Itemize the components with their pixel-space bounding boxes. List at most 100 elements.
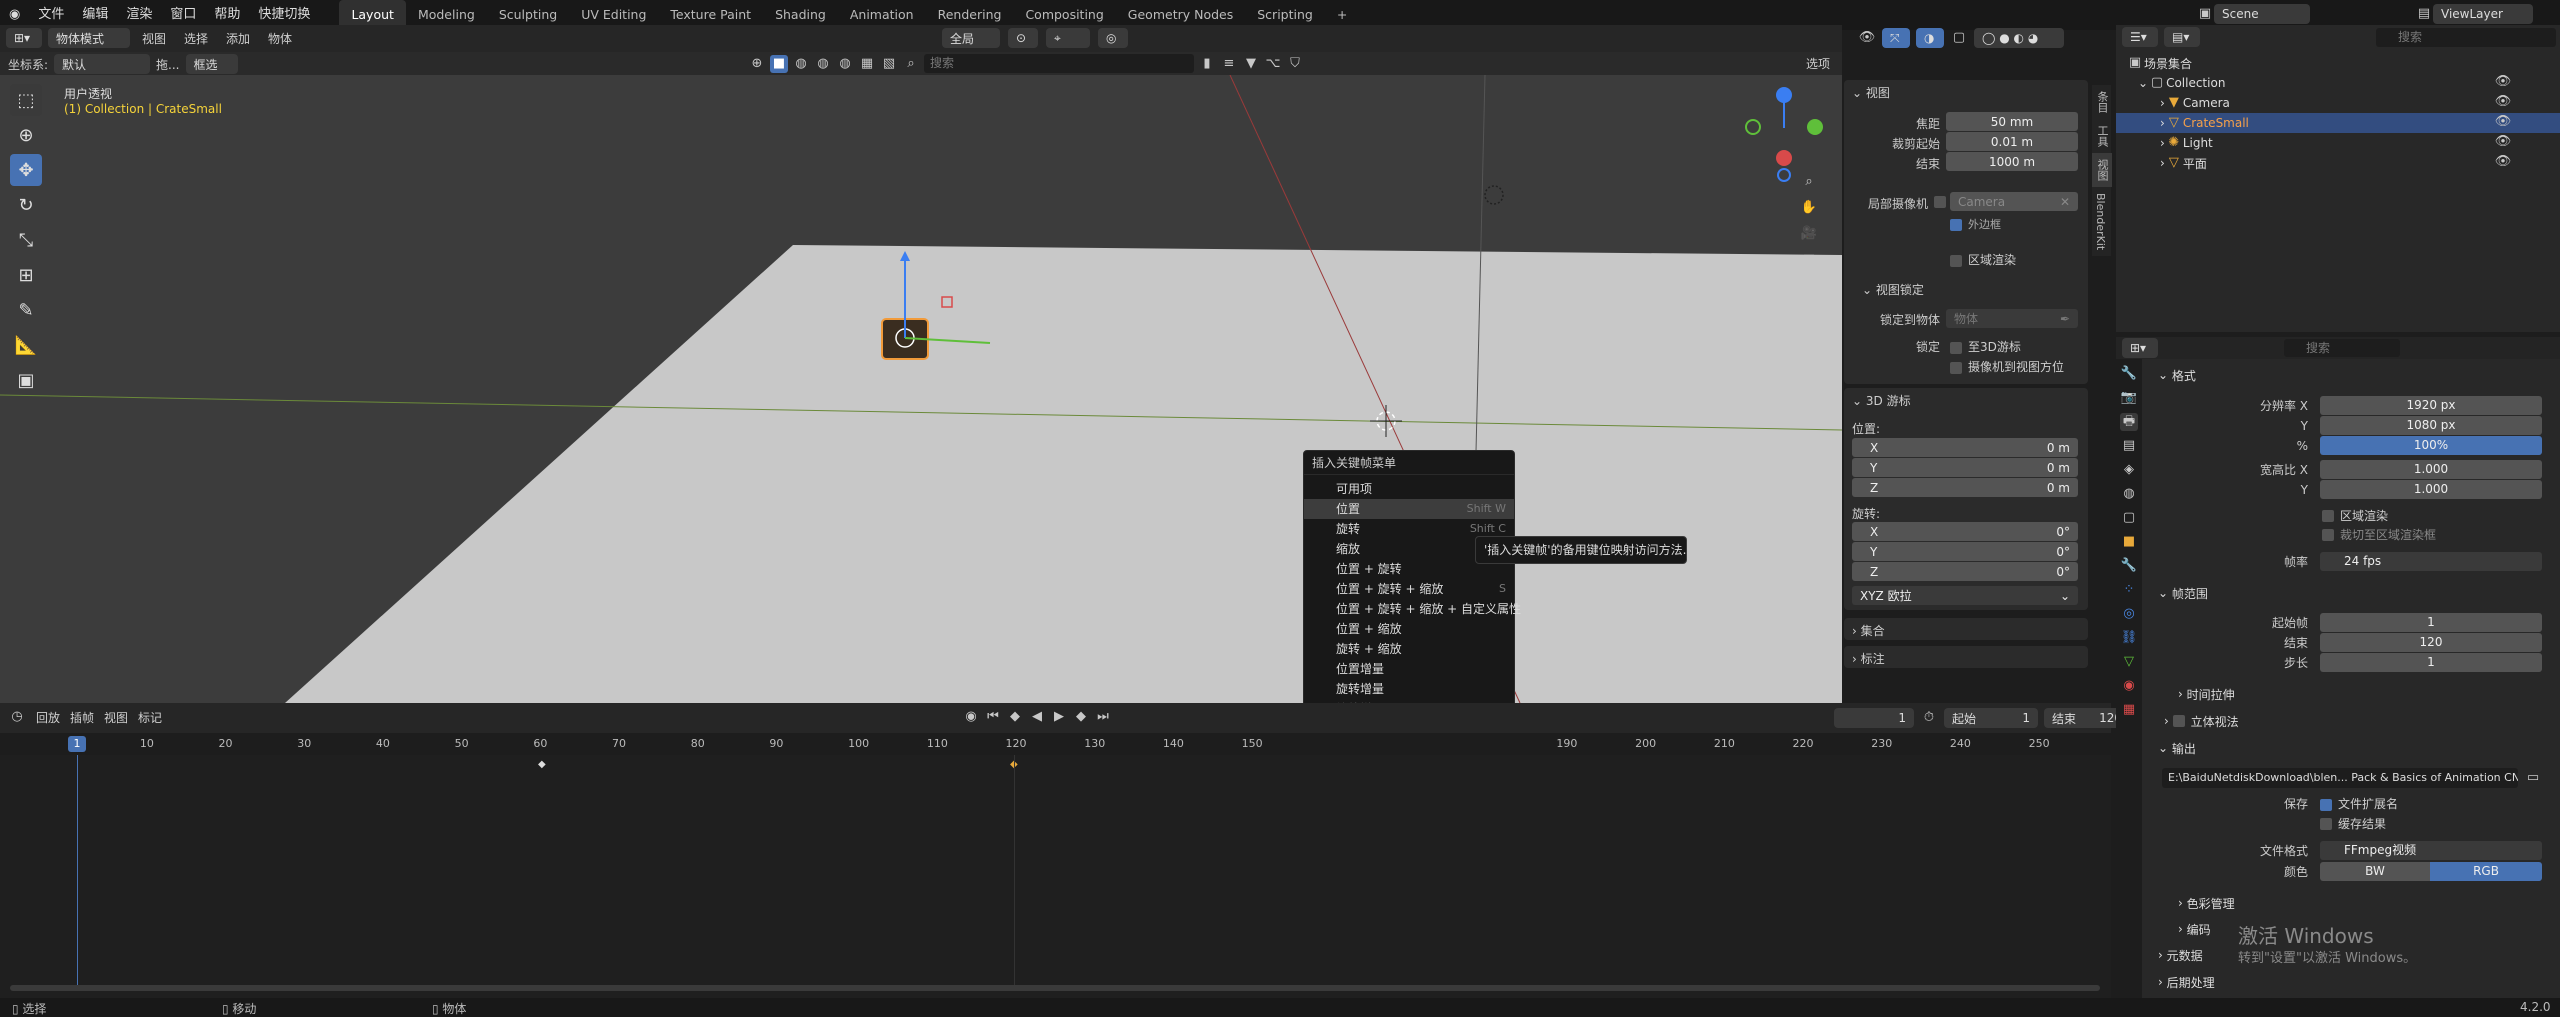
mode-select[interactable]: 物体模式 bbox=[48, 28, 130, 48]
region-render-toggle[interactable]: 区域渲染 bbox=[1950, 251, 2016, 268]
folder-icon[interactable]: ▭ bbox=[2524, 769, 2542, 787]
tl-menu-keying[interactable]: 插帧 bbox=[70, 709, 94, 726]
local-camera-checkbox[interactable] bbox=[1934, 196, 1946, 208]
shading-modes[interactable]: ◯ ● ◐ ◕ bbox=[1974, 28, 2064, 48]
eyedropper-icon[interactable]: ✒ bbox=[2060, 312, 2070, 326]
image-icon[interactable]: ▧ bbox=[880, 55, 898, 73]
vp-menu-object[interactable]: 物体 bbox=[262, 30, 298, 47]
post-processing-title[interactable]: › 后期处理 bbox=[2158, 971, 2215, 993]
annotate-tool-icon[interactable]: ✎ bbox=[10, 294, 42, 326]
view-panel-title[interactable]: ⌄ 视图 bbox=[1852, 84, 1890, 101]
transform-orientation[interactable]: 全局 bbox=[942, 28, 1000, 48]
current-frame-field[interactable]: 1 bbox=[1834, 708, 1914, 728]
color-mgmt-title[interactable]: › 色彩管理 bbox=[2178, 892, 2235, 914]
cursor-rot-x[interactable]: X 0° bbox=[1852, 522, 2078, 541]
frame-start-field[interactable]: 1 bbox=[2320, 613, 2542, 632]
stopwatch-icon[interactable]: ⏱ bbox=[1920, 709, 1938, 727]
overlay-icon[interactable]: ◑ bbox=[1916, 28, 1944, 48]
collection-panel[interactable]: › 集合 bbox=[1844, 618, 2088, 640]
tl-menu-playback[interactable]: 回放 bbox=[36, 709, 60, 726]
color-bw-button[interactable]: BW bbox=[2320, 862, 2430, 881]
gizmo-icon[interactable]: ⤧ bbox=[1882, 28, 1910, 48]
select-mode[interactable]: 框选 bbox=[185, 54, 238, 74]
record-icon[interactable]: ◉ bbox=[962, 708, 980, 726]
encoding-title[interactable]: › 编码 bbox=[2178, 918, 2211, 940]
lock-3d-cursor-toggle[interactable]: 至3D游标 bbox=[1950, 338, 2021, 355]
color-rgb-button[interactable]: RGB bbox=[2430, 862, 2542, 881]
menu-item[interactable]: 位置 Shift W bbox=[1304, 499, 1514, 519]
measure-tool-icon[interactable]: 📐 bbox=[10, 329, 42, 361]
3d-cursor-title[interactable]: ⌄ 3D 游标 bbox=[1852, 392, 1911, 409]
select-box-tool-icon[interactable]: ⬚ bbox=[10, 84, 42, 116]
eye-icon[interactable]: 👁 bbox=[2494, 133, 2512, 153]
sphere-icon[interactable]: ◍ bbox=[792, 55, 810, 73]
frame-range-title[interactable]: ⌄ 帧范围 bbox=[2158, 582, 2208, 604]
start-frame-field[interactable]: 起始 1 bbox=[1944, 708, 2038, 728]
scene-selector[interactable]: ▣ Scene bbox=[2196, 4, 2310, 24]
shield-icon[interactable]: ⛉ bbox=[1286, 55, 1304, 73]
annotation-panel[interactable]: › 标注 bbox=[1844, 646, 2088, 668]
jump-start-icon[interactable]: ⏮ bbox=[984, 708, 1002, 726]
outliner-editor-icon[interactable]: ☰▾ bbox=[2122, 27, 2158, 47]
eye-icon[interactable]: 👁 bbox=[2494, 153, 2512, 173]
rotation-mode-select[interactable]: XYZ 欧拉 ⌄ bbox=[1852, 586, 2078, 605]
move-tool-icon[interactable]: ✥ bbox=[10, 154, 42, 186]
cursor-loc-x[interactable]: X0 m bbox=[1852, 438, 2078, 457]
tab-item[interactable]: 条目 bbox=[2092, 85, 2112, 119]
texture-tab-icon[interactable]: ▦ bbox=[2120, 701, 2138, 719]
tl-menu-view[interactable]: 视图 bbox=[104, 709, 128, 726]
grid-icon[interactable]: ▦ bbox=[858, 55, 876, 73]
vp-menu-select[interactable]: 选择 bbox=[178, 30, 214, 47]
tab-tool[interactable]: 工具 bbox=[2092, 119, 2112, 153]
tab-blenderkit[interactable]: BlenderKit bbox=[2092, 187, 2109, 256]
menu-item[interactable]: 位置 + 缩放 bbox=[1304, 619, 1514, 639]
xray-icon[interactable]: ▢ bbox=[1950, 29, 1968, 47]
output-path-field[interactable]: E:\BaiduNetdiskDownload\blen... Pack & B… bbox=[2162, 768, 2518, 788]
play-icon[interactable]: ▶ bbox=[1050, 708, 1068, 726]
snap-icon[interactable]: ⌖ bbox=[1046, 28, 1090, 48]
ortho-grid-icon[interactable]: ▦ bbox=[1800, 251, 1818, 269]
stereoscopy-title[interactable]: › 立体视法 bbox=[2164, 710, 2239, 732]
nav-z-icon[interactable] bbox=[1776, 87, 1792, 103]
lock-camera-to-view-toggle[interactable]: 摄像机到视图方位 bbox=[1950, 358, 2064, 375]
nav-x-icon[interactable] bbox=[1776, 150, 1792, 166]
res-y-field[interactable]: 1080 px bbox=[2320, 416, 2542, 435]
outer-frame-toggle[interactable]: 外边框 bbox=[1950, 216, 2001, 232]
focal-field[interactable]: 50 mm bbox=[1946, 112, 2078, 131]
clip-start-field[interactable]: 0.01 m bbox=[1946, 132, 2078, 151]
pivot-icon[interactable]: ⊙ bbox=[1008, 28, 1038, 48]
eye-icon[interactable]: 👁 bbox=[2494, 73, 2512, 93]
pan-hand-icon[interactable]: ✋ bbox=[1800, 199, 1818, 217]
timeline-editor[interactable]: ◷ 回放 插帧 视图 标记 ◉ ⏮ ◆ ◀ ▶ ◆ ⏭ 1 ⏱ 起始 1 结束 12… bbox=[0, 703, 2130, 998]
fps-select[interactable]: 24 fps bbox=[2320, 552, 2542, 571]
tool-tab-icon[interactable]: 🔧 bbox=[2120, 365, 2138, 383]
object-tab-icon[interactable]: ■ bbox=[2120, 533, 2138, 551]
next-keyframe-icon[interactable]: ◆ bbox=[1072, 708, 1090, 726]
options-button[interactable]: 选项 bbox=[1806, 55, 1830, 72]
format-section-title[interactable]: ⌄ 格式 bbox=[2158, 364, 2196, 386]
editor-type-icon[interactable]: ⊞▾ bbox=[6, 28, 42, 48]
props-search[interactable]: 搜索 bbox=[2284, 339, 2400, 357]
filter-icon[interactable]: ⊕ bbox=[748, 55, 766, 73]
funnel-icon[interactable]: ▼ bbox=[1242, 55, 1260, 73]
bookmark-icon[interactable]: ▮ bbox=[1198, 55, 1216, 73]
zoom-icon[interactable]: ⌕ bbox=[1800, 173, 1818, 191]
lock-object-field[interactable]: 物体 ✒ bbox=[1946, 309, 2078, 328]
nav-y-icon[interactable] bbox=[1807, 119, 1823, 135]
timeline-scrollbar[interactable] bbox=[10, 985, 2100, 991]
sphere-icon-2[interactable]: ◍ bbox=[814, 55, 832, 73]
time-stretch-title[interactable]: › 时间拉伸 bbox=[2178, 683, 2235, 705]
cursor-loc-z[interactable]: Z0 m bbox=[1852, 478, 2078, 497]
res-x-field[interactable]: 1920 px bbox=[2320, 396, 2542, 415]
play-reverse-icon[interactable]: ◀ bbox=[1028, 708, 1046, 726]
sphere-icon-3[interactable]: ◍ bbox=[836, 55, 854, 73]
proportional-icon[interactable]: ◎ bbox=[1098, 28, 1128, 48]
coord-select[interactable]: 默认 bbox=[54, 54, 151, 74]
particles-tab-icon[interactable]: ⁘ bbox=[2120, 581, 2138, 599]
menu-item[interactable]: 旋转 + 缩放 bbox=[1304, 639, 1514, 659]
menu-item[interactable]: 旋转增量 bbox=[1304, 679, 1514, 699]
cursor-loc-y[interactable]: Y0 m bbox=[1852, 458, 2078, 477]
res-pct-field[interactable]: 100% bbox=[2320, 436, 2542, 455]
tl-menu-marker[interactable]: 标记 bbox=[138, 709, 162, 726]
eye-icon[interactable]: 👁 bbox=[2494, 113, 2512, 133]
